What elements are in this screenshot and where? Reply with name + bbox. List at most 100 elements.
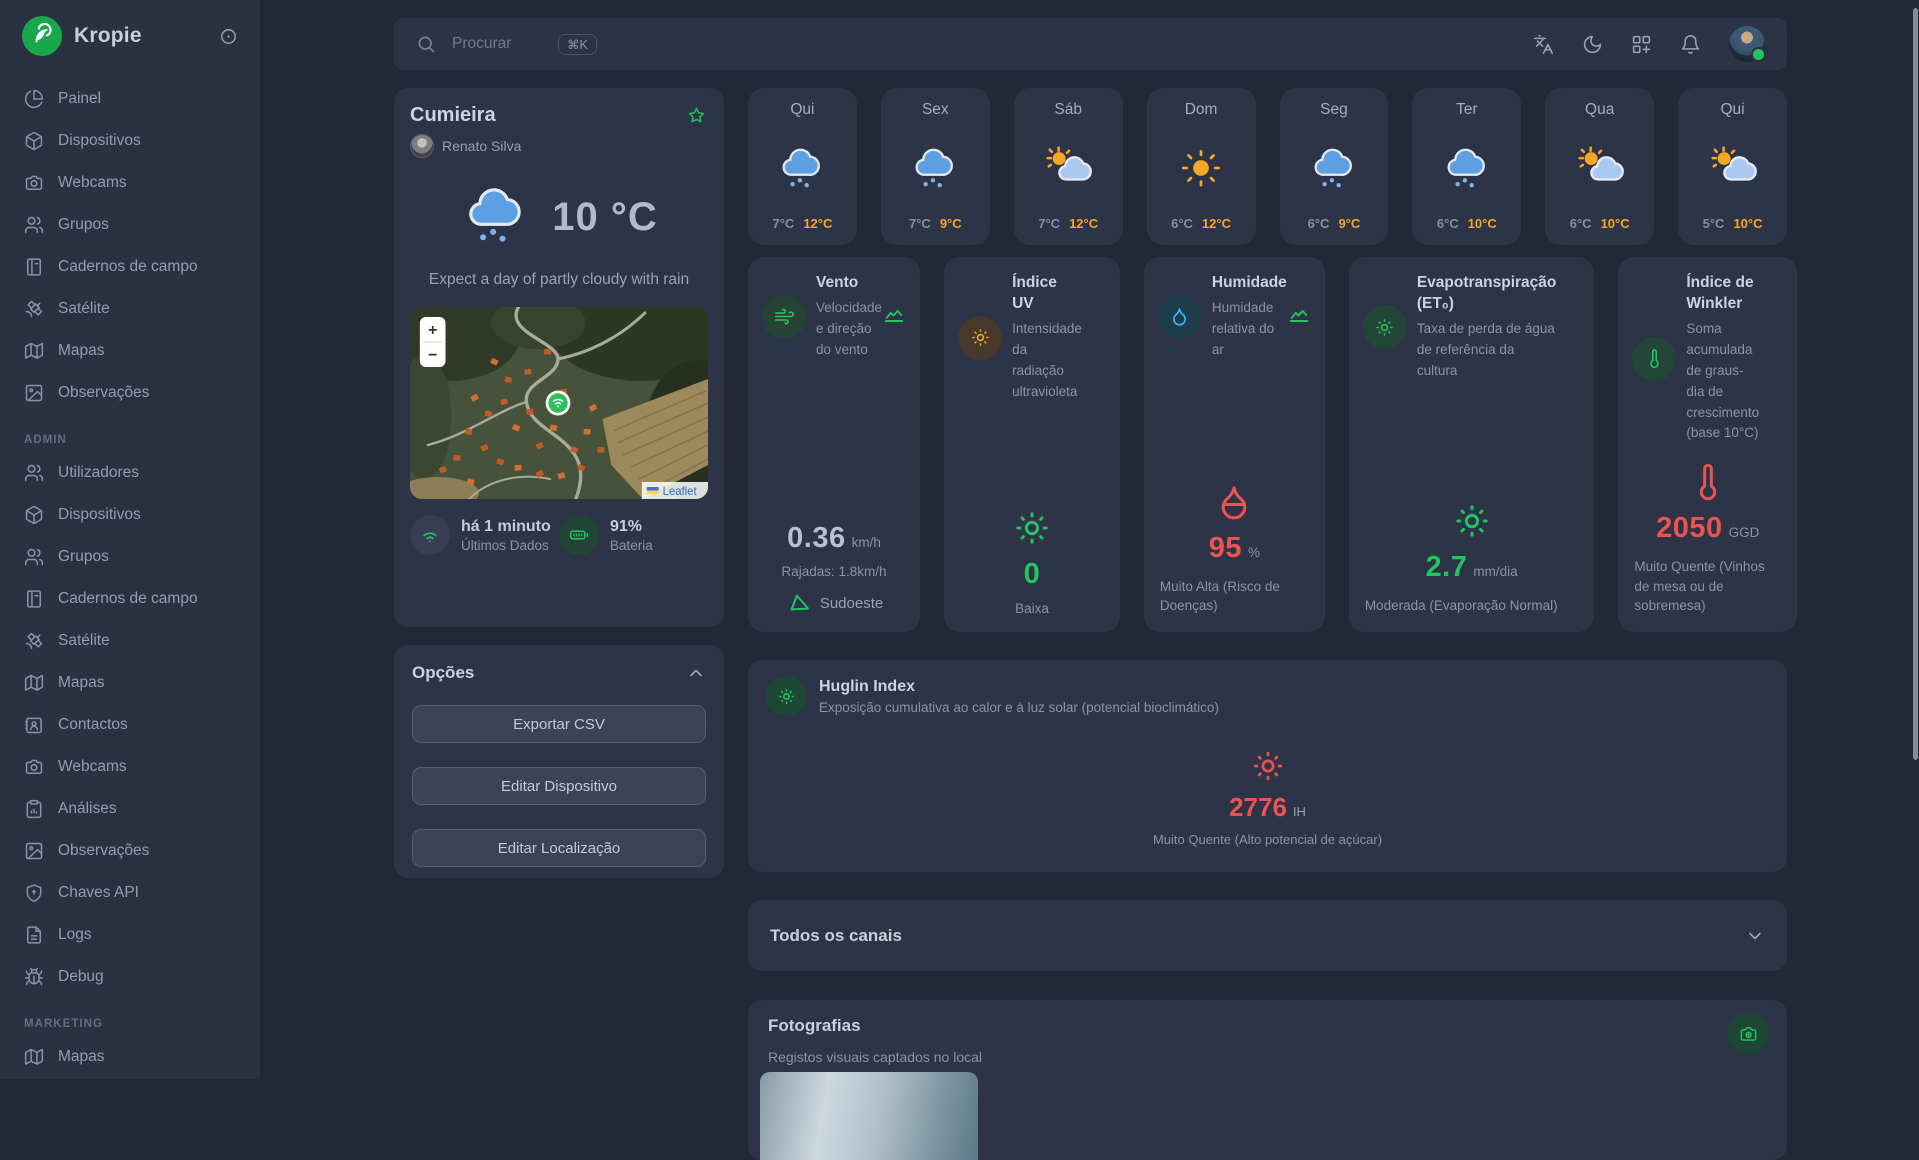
leaflet-attribution-link[interactable]: Leaflet (663, 486, 698, 498)
forecast-high-temp: 10°C (1468, 216, 1497, 231)
contact-icon (24, 715, 44, 735)
forecast-low-temp: 7°C (1038, 216, 1060, 231)
sidebar-item-webcams[interactable]: Webcams (14, 162, 246, 204)
dark-mode-moon-icon[interactable] (1582, 34, 1603, 55)
thermometer-icon (1632, 337, 1676, 381)
options-title: Opções (412, 663, 474, 683)
metric-footer: Muito Quente (Vinhos de mesa ou de sobre… (1632, 557, 1783, 616)
sidebar-item-analises[interactable]: Análises (14, 788, 246, 830)
sidebar-item-cadernos-de-campo[interactable]: Cadernos de campo (14, 578, 246, 620)
sidebar-item-mapas[interactable]: Mapas (14, 1036, 246, 1078)
rain-weather-icon (1308, 119, 1360, 216)
widgets-grid-icon[interactable] (1631, 34, 1652, 55)
chevron-down-icon[interactable] (1745, 926, 1765, 946)
metric-footer: Moderada (Evaporação Normal) (1363, 596, 1581, 616)
sidebar: Kropie PainelDispositivosWebcamsGruposCa… (0, 0, 260, 1079)
droplet-icon (1158, 295, 1202, 339)
user-avatar[interactable] (1729, 26, 1765, 62)
huglin-title: Huglin Index (819, 678, 1219, 696)
sidebar-item-dispositivos[interactable]: Dispositivos (14, 494, 246, 536)
forecast-low-temp: 6°C (1308, 216, 1330, 231)
thermometer-icon (1688, 462, 1728, 502)
channels-card[interactable]: Todos os canais (748, 900, 1787, 971)
sidebar-item-observacoes[interactable]: Observações (14, 372, 246, 414)
forecast-low-temp: 6°C (1171, 216, 1193, 231)
sidebar-item-mapas[interactable]: Mapas (14, 330, 246, 372)
triangle-icon (785, 590, 811, 616)
metric-title: Humidade (1212, 273, 1287, 294)
last-data-label: Últimos Dados (461, 538, 551, 553)
map-zoom-out-button[interactable]: − (428, 347, 437, 364)
forecast-day: Qua (1585, 101, 1614, 119)
forecast-card-6: Qua 6°C 10°C (1545, 88, 1654, 245)
station-card: Cumieira Renato Silva 10 °C Expect a day… (394, 88, 724, 627)
sidebar-item-utilizadores[interactable]: Utilizadores (14, 452, 246, 494)
metric-subtitle: Humidade relativa do ar (1212, 298, 1287, 361)
sidebar-item-label: Mapas (58, 1048, 105, 1066)
language-icon[interactable] (1533, 34, 1554, 55)
map-marker (546, 391, 571, 416)
sidebar-item-label: Utilizadores (58, 464, 139, 482)
online-status-dot (1751, 47, 1766, 62)
sidebar-item-satelite[interactable]: Satélite (14, 620, 246, 662)
clipboard-icon (24, 799, 44, 819)
sun-cloud-weather-icon (1042, 119, 1094, 216)
sidebar-item-webcams[interactable]: Webcams (14, 746, 246, 788)
chevron-up-icon[interactable] (686, 663, 706, 683)
notifications-bell-icon[interactable] (1680, 34, 1701, 55)
sidebar-item-debug[interactable]: Debug (14, 956, 246, 998)
sidebar-item-label: Webcams (58, 174, 127, 192)
station-map[interactable]: + − Leaflet (410, 307, 708, 499)
forecast-day: Dom (1185, 101, 1218, 119)
rain-weather-icon (776, 119, 828, 216)
bug-icon (24, 967, 44, 987)
forecast-day: Qui (1721, 101, 1745, 119)
sidebar-item-contactos[interactable]: Contactos (14, 704, 246, 746)
topbar-actions (1533, 26, 1765, 62)
sidebar-item-chaves-api[interactable]: Chaves API (14, 872, 246, 914)
droplet-line-icon (1214, 482, 1254, 522)
metric-card-indice-de-winkler: Índice de Winkler Soma acumulada de grau… (1618, 257, 1797, 632)
photo-thumbnail[interactable] (760, 1072, 978, 1160)
sidebar-item-label: Debug (58, 968, 104, 986)
sun-icon (1363, 305, 1407, 349)
trend-chart-icon (1288, 305, 1310, 327)
forecast-low-temp: 6°C (1570, 216, 1592, 231)
battery-value: 91% (610, 518, 653, 536)
station-name: Cumieira (410, 104, 708, 127)
sidebar-item-observacoes[interactable]: Observações (14, 830, 246, 872)
sidebar-item-cadernos-de-campo[interactable]: Cadernos de campo (14, 246, 246, 288)
sidebar-collapse-icon[interactable] (219, 27, 238, 46)
sidebar-item-satelite[interactable]: Satélite (14, 288, 246, 330)
favorite-star-icon[interactable] (687, 106, 706, 125)
sidebar-item-grupos[interactable]: Grupos (14, 204, 246, 246)
edit-device-button[interactable]: Editar Dispositivo (412, 767, 706, 805)
metric-card-indice-uv: Índice UV Intensidade da radiação ultrav… (944, 257, 1120, 632)
sidebar-item-painel[interactable]: Painel (14, 78, 246, 120)
sidebar-item-label: Observações (58, 842, 149, 860)
topbar: ⌘K (394, 18, 1787, 70)
scrollbar-thumb[interactable] (1913, 8, 1918, 760)
forecast-high-temp: 12°C (803, 216, 832, 231)
edit-location-button[interactable]: Editar Localização (412, 829, 706, 867)
forecast-row: Qui 7°C 12°C Sex 7°C 9°C Sáb 7°C 12°C Do… (748, 88, 1787, 245)
sidebar-item-mapas[interactable]: Mapas (14, 662, 246, 704)
sidebar-item-dispositivos[interactable]: Dispositivos (14, 120, 246, 162)
metrics-row: Vento Velocidade e direção do vento 0.36… (748, 257, 1787, 632)
map-zoom-in-button[interactable]: + (428, 322, 437, 339)
sidebar-item-label: Análises (58, 800, 117, 818)
battery-icon (559, 515, 599, 555)
metric-subtitle: Soma acumulada de graus-dia de crescimen… (1686, 319, 1759, 445)
sidebar-item-grupos[interactable]: Grupos (14, 536, 246, 578)
sidebar-item-logs[interactable]: Logs (14, 914, 246, 956)
export-csv-button[interactable]: Exportar CSV (412, 705, 706, 743)
forecast-card-3: Dom 6°C 12°C (1147, 88, 1256, 245)
metric-secondary: Rajadas: 1.8km/h (782, 564, 887, 579)
sidebar-item-label: Chaves API (58, 884, 139, 902)
search-input[interactable] (450, 34, 554, 54)
add-photo-camera-icon[interactable] (1727, 1013, 1769, 1055)
wifi-icon (410, 515, 450, 555)
map-icon (24, 341, 44, 361)
kropie-logo-icon (22, 16, 62, 56)
page-scrollbar (1911, 0, 1919, 1079)
